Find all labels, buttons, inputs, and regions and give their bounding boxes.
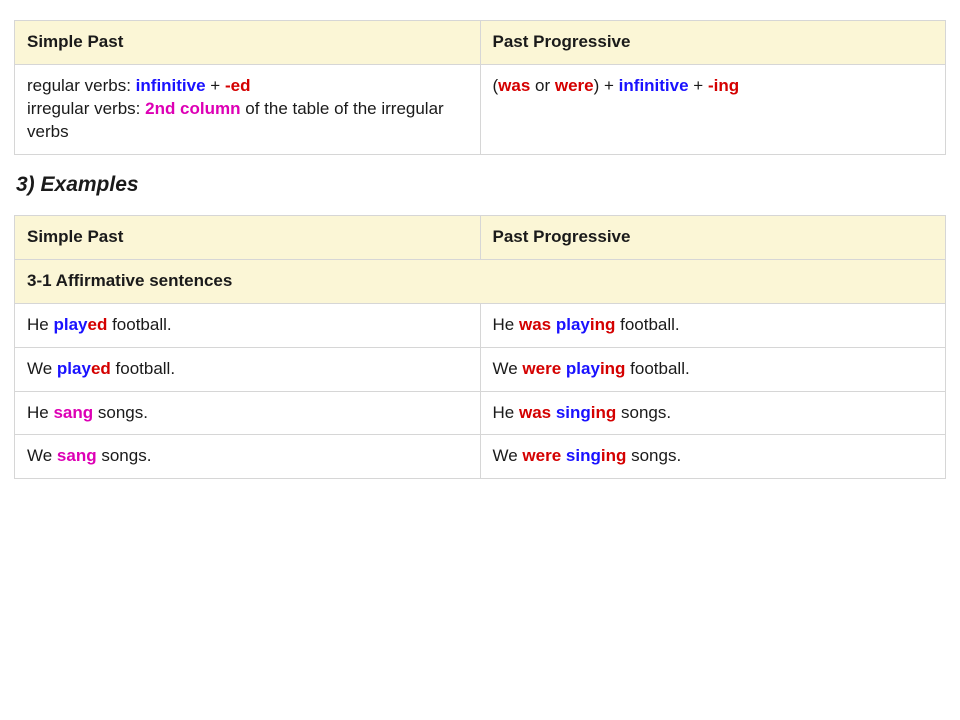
text: We [493,359,523,378]
example-simple-past: We sang songs. [15,435,481,479]
table-row: He played football. He was playing footb… [15,303,946,347]
table2-header-simple-past: Simple Past [15,215,481,259]
verb-stem: play [53,315,87,334]
verb-suffix: ing [600,359,626,378]
aux-verb: were [522,359,561,378]
text: + [206,76,225,95]
was-label: was [498,76,530,95]
text: football. [625,359,689,378]
verb-stem: sang [57,446,97,465]
table1-simple-past-cell: regular verbs: infinitive + -ed irregula… [15,64,481,154]
text: + [689,76,708,95]
text: irregular verbs: [27,99,145,118]
verb-stem: sang [53,403,93,422]
text: He [493,403,519,422]
text: songs. [97,446,152,465]
table-row: He sang songs. He was singing songs. [15,391,946,435]
text: He [493,315,519,334]
text: ) + [594,76,619,95]
example-past-progressive: He was playing football. [480,303,946,347]
verb-stem: sing [556,403,591,422]
text: regular verbs: [27,76,136,95]
infinitive-label: infinitive [136,76,206,95]
table-row: We sang songs. We were singing songs. [15,435,946,479]
example-simple-past: He played football. [15,303,481,347]
table-row: We played football. We were playing foot… [15,347,946,391]
text: songs. [626,446,681,465]
text: We [27,359,57,378]
aux-verb: were [522,446,561,465]
verb-stem: play [556,315,590,334]
verb-suffix: ed [91,359,111,378]
aux-verb: was [519,403,551,422]
aux-verb: was [519,315,551,334]
text: songs. [93,403,148,422]
infinitive-label: infinitive [619,76,689,95]
text: We [493,446,523,465]
text: songs. [616,403,671,422]
text: We [27,446,57,465]
example-past-progressive: He was singing songs. [480,391,946,435]
example-past-progressive: We were singing songs. [480,435,946,479]
table2-subhead-affirmative: 3-1 Affirmative sentences [15,259,946,303]
text: He [27,315,53,334]
example-simple-past: He sang songs. [15,391,481,435]
examples-table: Simple Past Past Progressive 3-1 Affirma… [14,215,946,480]
verb-stem: play [57,359,91,378]
text: football. [111,359,175,378]
text: or [530,76,555,95]
verb-suffix: ing [601,446,627,465]
text: He [27,403,53,422]
table1-header-simple-past: Simple Past [15,21,481,65]
table2-header-past-progressive: Past Progressive [480,215,946,259]
verb-suffix: ing [590,315,616,334]
text: football. [107,315,171,334]
example-past-progressive: We were playing football. [480,347,946,391]
verb-suffix: ed [88,315,108,334]
verb-stem: sing [566,446,601,465]
example-simple-past: We played football. [15,347,481,391]
were-label: were [555,76,594,95]
table1-header-past-progressive: Past Progressive [480,21,946,65]
verb-stem: play [566,359,600,378]
ed-suffix: -ed [225,76,251,95]
section-title-examples: 3) Examples [16,173,946,197]
table1-past-progressive-cell: (was or were) + infinitive + -ing [480,64,946,154]
verb-suffix: ing [591,403,617,422]
ing-suffix: -ing [708,76,739,95]
text: football. [615,315,679,334]
second-column-label: 2nd column [145,99,240,118]
formation-table: Simple Past Past Progressive regular ver… [14,20,946,155]
